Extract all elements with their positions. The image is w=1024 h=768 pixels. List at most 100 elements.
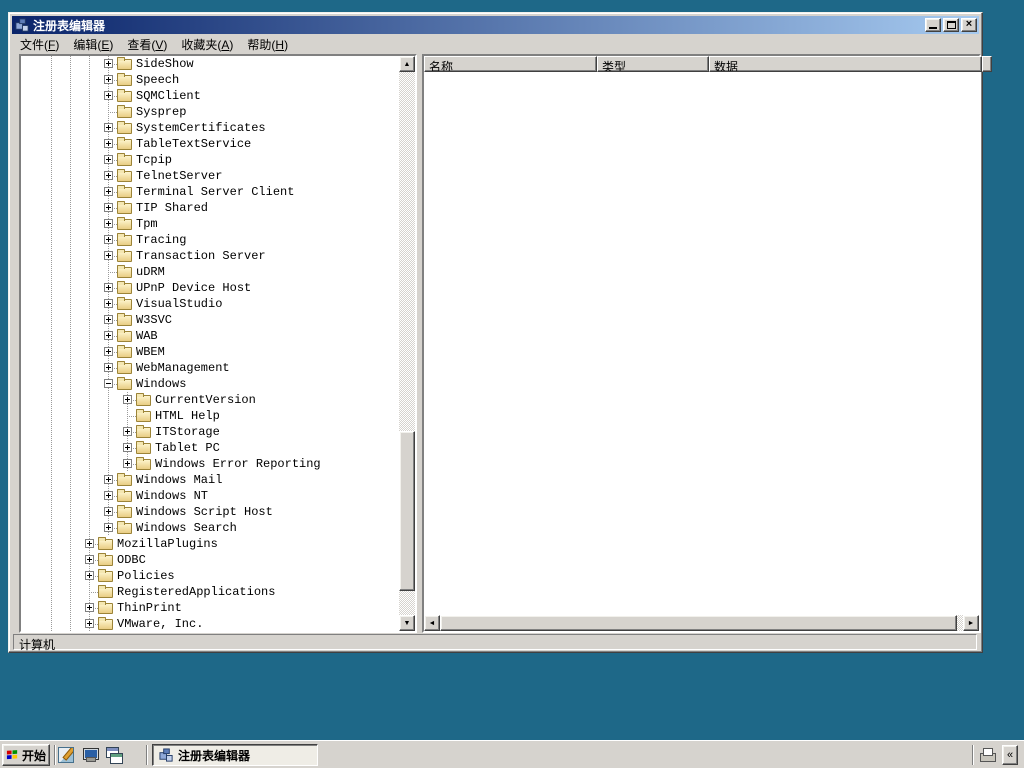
tray-collapse-button[interactable]: « xyxy=(1002,745,1018,765)
tree-item-registeredapplications[interactable]: RegisteredApplications xyxy=(21,584,399,600)
tree-label[interactable]: W3SVC xyxy=(134,313,174,327)
tree-vertical-scrollbar[interactable]: ▲ ▼ xyxy=(399,56,415,631)
tree-label[interactable]: VMware, Inc. xyxy=(115,617,205,631)
list-scroll-thumb[interactable] xyxy=(440,615,957,631)
tree-item-upnp-device-host[interactable]: UPnP Device Host xyxy=(21,280,399,296)
column-header-name[interactable]: 名称 xyxy=(424,56,597,72)
computer-icon[interactable] xyxy=(82,747,99,763)
expand-toggle-icon[interactable] xyxy=(104,203,113,212)
maximize-button[interactable] xyxy=(943,18,959,32)
tree-label[interactable]: Terminal Server Client xyxy=(134,185,296,199)
tree-item-tip-shared[interactable]: TIP Shared xyxy=(21,200,399,216)
tree-item-policies[interactable]: Policies xyxy=(21,568,399,584)
tree-label[interactable]: ThinPrint xyxy=(115,601,184,615)
value-list-empty-area[interactable] xyxy=(424,72,979,615)
tree-item-transaction-server[interactable]: Transaction Server xyxy=(21,248,399,264)
tree-item-tracing[interactable]: Tracing xyxy=(21,232,399,248)
tree-label[interactable]: UPnP Device Host xyxy=(134,281,253,295)
tree-label[interactable]: RegisteredApplications xyxy=(115,585,277,599)
tree-item-thinprint[interactable]: ThinPrint xyxy=(21,600,399,616)
expand-toggle-icon[interactable] xyxy=(104,475,113,484)
scroll-up-button[interactable]: ▲ xyxy=(399,56,415,72)
expand-toggle-icon[interactable] xyxy=(85,539,94,548)
expand-toggle-icon[interactable] xyxy=(104,299,113,308)
tree-label[interactable]: SideShow xyxy=(134,57,196,71)
expand-toggle-icon[interactable] xyxy=(104,187,113,196)
expand-toggle-icon[interactable] xyxy=(104,283,113,292)
tree-item-windows-search[interactable]: Windows Search xyxy=(21,520,399,536)
tree-label[interactable]: ODBC xyxy=(115,553,148,567)
expand-toggle-icon[interactable] xyxy=(104,139,113,148)
expand-toggle-icon[interactable] xyxy=(123,443,132,452)
tree-label[interactable]: TelnetServer xyxy=(134,169,224,183)
expand-toggle-icon[interactable] xyxy=(104,251,113,260)
tree-label[interactable]: ITStorage xyxy=(153,425,222,439)
tree-item-windows-mail[interactable]: Windows Mail xyxy=(21,472,399,488)
tree-item-wab[interactable]: WAB xyxy=(21,328,399,344)
start-button[interactable]: 开始 xyxy=(2,744,50,766)
title-bar[interactable]: 注册表编辑器 × xyxy=(12,16,979,34)
show-desktop-icon[interactable] xyxy=(58,747,74,763)
tree-item-tcpip[interactable]: Tcpip xyxy=(21,152,399,168)
expand-toggle-icon[interactable] xyxy=(104,59,113,68)
tree-item-mozillaplugins[interactable]: MozillaPlugins xyxy=(21,536,399,552)
tree-label[interactable]: Tpm xyxy=(134,217,160,231)
expand-toggle-icon[interactable] xyxy=(104,491,113,500)
taskbar-task-registry-editor[interactable]: 注册表编辑器 xyxy=(152,744,318,766)
tree-item-tpm[interactable]: Tpm xyxy=(21,216,399,232)
expand-toggle-icon[interactable] xyxy=(104,507,113,516)
tree-label[interactable]: TableTextService xyxy=(134,137,253,151)
tree-item-tabletextservice[interactable]: TableTextService xyxy=(21,136,399,152)
expand-toggle-icon[interactable] xyxy=(104,235,113,244)
column-header-data[interactable]: 数据 xyxy=(709,56,982,72)
list-horizontal-scrollbar[interactable]: ◄ ► xyxy=(424,615,979,631)
minimize-button[interactable] xyxy=(925,18,941,32)
collapse-toggle-icon[interactable] xyxy=(104,379,113,388)
menu-item-4[interactable]: 帮助(H) xyxy=(240,33,295,56)
tree-label[interactable]: Sysprep xyxy=(134,105,188,119)
tree-item-sysprep[interactable]: Sysprep xyxy=(21,104,399,120)
menu-item-1[interactable]: 编辑(E) xyxy=(66,33,120,56)
expand-toggle-icon[interactable] xyxy=(104,123,113,132)
tree-item-visualstudio[interactable]: VisualStudio xyxy=(21,296,399,312)
tree-label[interactable]: Windows xyxy=(134,377,188,391)
tree-label[interactable]: Tcpip xyxy=(134,153,174,167)
tree-item-sideshow[interactable]: SideShow xyxy=(21,56,399,72)
tree-label[interactable]: SystemCertificates xyxy=(134,121,268,135)
tree-label[interactable]: WBEM xyxy=(134,345,167,359)
tree-item-speech[interactable]: Speech xyxy=(21,72,399,88)
tree-label[interactable]: Windows Search xyxy=(134,521,239,535)
expand-toggle-icon[interactable] xyxy=(104,363,113,372)
tree-label[interactable]: Windows Script Host xyxy=(134,505,275,519)
printer-icon[interactable] xyxy=(979,747,996,763)
tree-label[interactable]: Windows Mail xyxy=(134,473,224,487)
expand-toggle-icon[interactable] xyxy=(104,331,113,340)
tree-label[interactable]: WAB xyxy=(134,329,160,343)
tree-label[interactable]: CurrentVersion xyxy=(153,393,258,407)
tree-item-sqmclient[interactable]: SQMClient xyxy=(21,88,399,104)
expand-toggle-icon[interactable] xyxy=(104,91,113,100)
menu-item-2[interactable]: 查看(V) xyxy=(120,33,174,56)
expand-toggle-icon[interactable] xyxy=(85,555,94,564)
expand-toggle-icon[interactable] xyxy=(123,427,132,436)
tree-item-w3svc[interactable]: W3SVC xyxy=(21,312,399,328)
tree-label[interactable]: Speech xyxy=(134,73,181,87)
expand-toggle-icon[interactable] xyxy=(104,171,113,180)
tree-label[interactable]: SQMClient xyxy=(134,89,203,103)
expand-toggle-icon[interactable] xyxy=(85,619,94,628)
tree-scroll-thumb[interactable] xyxy=(399,431,415,591)
tree-label[interactable]: uDRM xyxy=(134,265,167,279)
tree-item-systemcertificates[interactable]: SystemCertificates xyxy=(21,120,399,136)
tree-item-tablet-pc[interactable]: Tablet PC xyxy=(21,440,399,456)
tree-label[interactable]: HTML Help xyxy=(153,409,222,423)
menu-item-3[interactable]: 收藏夹(A) xyxy=(174,33,240,56)
tree-label[interactable]: Tablet PC xyxy=(153,441,222,455)
tree-label[interactable]: Windows Error Reporting xyxy=(153,457,323,471)
tree-item-html-help[interactable]: HTML Help xyxy=(21,408,399,424)
explorer-icon[interactable] xyxy=(106,747,123,764)
expand-toggle-icon[interactable] xyxy=(123,395,132,404)
expand-toggle-icon[interactable] xyxy=(85,603,94,612)
expand-toggle-icon[interactable] xyxy=(123,459,132,468)
expand-toggle-icon[interactable] xyxy=(104,219,113,228)
expand-toggle-icon[interactable] xyxy=(104,155,113,164)
